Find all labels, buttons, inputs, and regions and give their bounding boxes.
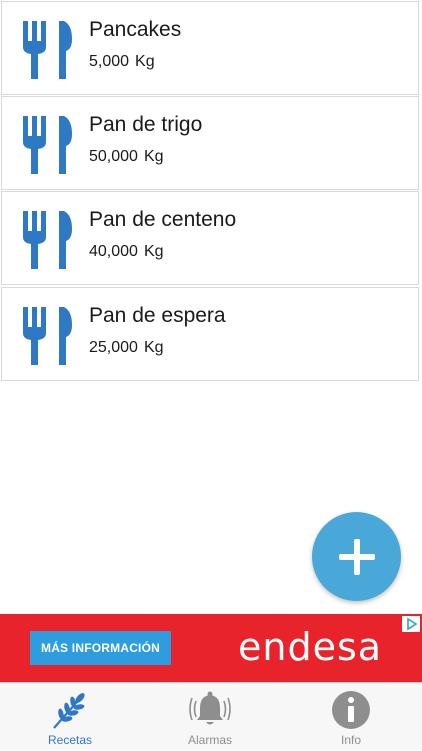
tab-label: Alarmas bbox=[187, 733, 232, 747]
fork-knife-icon bbox=[23, 21, 72, 79]
play-triangle-icon bbox=[407, 617, 418, 631]
recipe-unit: Kg bbox=[143, 243, 164, 260]
recipe-unit: Kg bbox=[143, 148, 164, 165]
recipe-amount: 5,000 bbox=[89, 53, 130, 70]
recipe-name: Pancakes bbox=[89, 18, 182, 41]
recipe-amount: 40,000 bbox=[89, 243, 138, 260]
recipe-amount: 50,000 bbox=[89, 148, 138, 165]
recipe-unit: Kg bbox=[143, 339, 164, 356]
tab-alarmas[interactable]: Alarmas bbox=[140, 683, 280, 751]
ad-choices-icon[interactable] bbox=[402, 616, 420, 632]
recipe-quantity: 5,000 Kg bbox=[89, 52, 155, 72]
ad-banner[interactable]: MÁS INFORMACIÓN endesa bbox=[0, 614, 422, 682]
recipe-name: Pan de trigo bbox=[89, 113, 203, 136]
ad-more-info-button[interactable]: MÁS INFORMACIÓN bbox=[30, 631, 171, 665]
recipe-item[interactable]: Pan de trigo 50,000 Kg bbox=[1, 96, 419, 190]
tab-recetas[interactable]: Recetas bbox=[0, 683, 140, 751]
plus-icon bbox=[338, 538, 375, 575]
recipe-quantity: 40,000 Kg bbox=[89, 242, 164, 262]
recipe-item[interactable]: Pan de espera 25,000 Kg bbox=[1, 287, 419, 381]
tab-label: Recetas bbox=[47, 733, 93, 747]
wheat-icon bbox=[53, 693, 85, 729]
recipe-item[interactable]: Pancakes 5,000 Kg bbox=[1, 1, 419, 95]
fork-knife-icon bbox=[23, 211, 72, 269]
info-icon bbox=[332, 691, 370, 729]
recipe-amount: 25,000 bbox=[89, 339, 138, 356]
tab-label: Info bbox=[340, 733, 361, 747]
tab-info[interactable]: Info bbox=[281, 683, 421, 751]
add-recipe-button[interactable] bbox=[312, 512, 401, 601]
recipe-quantity: 25,000 Kg bbox=[89, 338, 164, 358]
bell-icon bbox=[189, 691, 231, 725]
recipe-name: Pan de centeno bbox=[89, 208, 237, 231]
ad-brand-logo: endesa bbox=[238, 625, 383, 669]
recipe-unit: Kg bbox=[135, 53, 155, 70]
tab-bar: Recetas Alarmas Info bbox=[0, 682, 422, 750]
recipe-quantity: 50,000 Kg bbox=[89, 147, 164, 167]
fork-knife-icon bbox=[23, 307, 72, 365]
fork-knife-icon bbox=[23, 116, 72, 174]
recipe-name: Pan de espera bbox=[89, 304, 226, 327]
recipe-item[interactable]: Pan de centeno 40,000 Kg bbox=[1, 191, 419, 285]
